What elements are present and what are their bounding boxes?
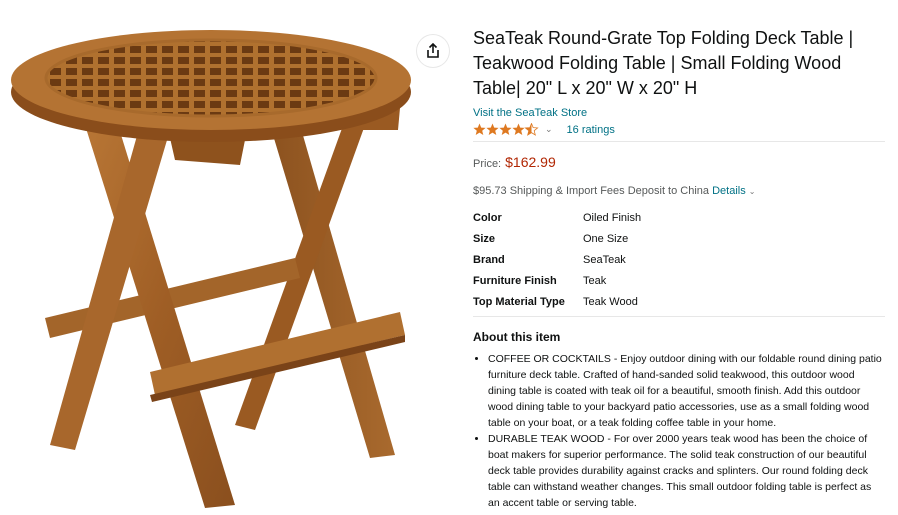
- shipping-info: $95.73 Shipping & Import Fees Deposit to…: [473, 185, 885, 197]
- list-item: COFFEE OR COCKTAILS - Enjoy outdoor dini…: [488, 351, 885, 431]
- spec-value: One Size: [583, 232, 629, 245]
- spec-value: Oiled Finish: [583, 211, 642, 224]
- spec-value: Teak: [583, 274, 607, 287]
- spec-key: Size: [473, 232, 496, 245]
- divider: [473, 141, 885, 142]
- chevron-down-icon: ⌄: [748, 187, 756, 196]
- share-icon: [427, 43, 439, 58]
- shipping-text: $95.73 Shipping & Import Fees Deposit to…: [473, 185, 710, 197]
- product-image[interactable]: [0, 0, 455, 515]
- list-item: DURABLE TEAK WOOD - For over 2000 years …: [488, 431, 885, 511]
- spec-value: SeaTeak: [583, 253, 626, 266]
- spec-key: Top Material Type: [473, 295, 565, 308]
- price-label: Price:: [473, 158, 502, 170]
- star-rating[interactable]: [473, 123, 539, 136]
- star-icon: [473, 123, 539, 136]
- spec-row: Furniture Finish Teak: [473, 270, 641, 291]
- store-link[interactable]: Visit the SeaTeak Store: [473, 106, 885, 120]
- rating-row: ⌄ 16 ratings: [473, 122, 885, 137]
- spec-row: Top Material Type Teak Wood: [473, 291, 641, 312]
- price-row: Price: $162.99: [473, 154, 885, 170]
- about-heading: About this item: [473, 330, 561, 344]
- price-value: $162.99: [505, 154, 556, 170]
- spec-key: Brand: [473, 253, 505, 266]
- product-details: SeaTeak Round-Grate Top Folding Deck Tab…: [473, 26, 885, 511]
- specs-table: Color Oiled Finish Size One Size Brand S…: [473, 207, 641, 312]
- spec-row: Color Oiled Finish: [473, 207, 641, 228]
- product-title: SeaTeak Round-Grate Top Folding Deck Tab…: [473, 28, 854, 98]
- chevron-down-icon[interactable]: ⌄: [545, 124, 553, 135]
- spec-row: Size One Size: [473, 228, 641, 249]
- about-bullets: COFFEE OR COCKTAILS - Enjoy outdoor dini…: [473, 351, 885, 511]
- shipping-details-link[interactable]: Details: [712, 185, 746, 197]
- spec-key: Furniture Finish: [473, 274, 557, 287]
- spec-key: Color: [473, 211, 502, 224]
- share-button[interactable]: [417, 35, 449, 67]
- spec-row: Brand SeaTeak: [473, 249, 641, 270]
- ratings-count-link[interactable]: 16 ratings: [567, 124, 615, 136]
- spec-value: Teak Wood: [583, 295, 638, 308]
- folding-table-image: [11, 30, 411, 508]
- divider: [473, 316, 885, 317]
